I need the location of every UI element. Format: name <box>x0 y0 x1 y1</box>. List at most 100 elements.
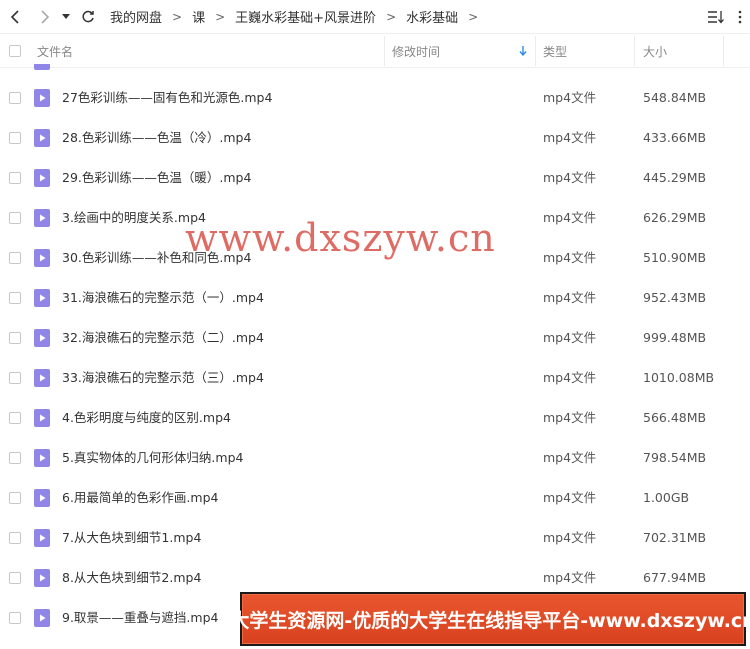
file-type: mp4文件 <box>543 130 597 145</box>
video-file-icon <box>34 569 50 587</box>
row-checkbox[interactable] <box>9 172 21 184</box>
file-name[interactable]: 29.色彩训练——色温（暖）.mp4 <box>62 158 251 198</box>
breadcrumb-current-folder[interactable]: 水彩基础 <box>404 7 460 26</box>
file-row[interactable]: 33.海浪礁石的完整示范（三）.mp4 mp4文件 1010.08MB <box>0 358 750 398</box>
file-row[interactable]: 32.海浪礁石的完整示范（二）.mp4 mp4文件 999.48MB <box>0 318 750 358</box>
file-name[interactable]: 5.真实物体的几何形体归纳.mp4 <box>62 438 243 478</box>
video-file-icon <box>34 449 50 467</box>
file-size: 999.48MB <box>643 330 707 345</box>
file-type: mp4文件 <box>543 410 597 425</box>
sort-desc-icon <box>519 46 527 56</box>
file-row[interactable]: 3.绘画中的明度关系.mp4 mp4文件 626.29MB <box>0 198 750 238</box>
file-size: 702.31MB <box>643 530 707 545</box>
breadcrumb-course[interactable]: 课 <box>190 7 207 26</box>
file-name[interactable]: 4.色彩明度与纯度的区别.mp4 <box>62 398 231 438</box>
file-size: 1010.08MB <box>643 370 715 385</box>
partial-file-icon <box>34 64 50 70</box>
row-checkbox[interactable] <box>9 252 21 264</box>
refresh-button[interactable] <box>76 5 100 29</box>
back-button[interactable] <box>4 5 28 29</box>
file-name[interactable]: 6.用最简单的色彩作画.mp4 <box>62 478 218 518</box>
file-size: 798.54MB <box>643 450 707 465</box>
file-row[interactable]: 6.用最简单的色彩作画.mp4 mp4文件 1.00GB <box>0 478 750 518</box>
file-size: 433.66MB <box>643 130 707 145</box>
video-file-icon <box>34 209 50 227</box>
column-divider <box>634 36 635 66</box>
file-type: mp4文件 <box>543 490 597 505</box>
file-name[interactable]: 9.取景——重叠与遮挡.mp4 <box>62 598 218 628</box>
view-mode-button[interactable] <box>704 6 728 28</box>
column-divider <box>535 36 536 66</box>
column-name-header[interactable]: 文件名 <box>37 34 73 68</box>
file-type: mp4文件 <box>543 370 597 385</box>
video-file-icon <box>34 249 50 267</box>
row-checkbox[interactable] <box>9 212 21 224</box>
file-type: mp4文件 <box>543 210 597 225</box>
video-file-icon <box>34 289 50 307</box>
row-checkbox[interactable] <box>9 572 21 584</box>
column-modified-label: 修改时间 <box>392 44 441 59</box>
breadcrumb-separator: > <box>215 9 226 24</box>
refresh-icon <box>82 10 94 22</box>
file-row[interactable]: 5.真实物体的几何形体归纳.mp4 mp4文件 798.54MB <box>0 438 750 478</box>
video-file-icon <box>34 409 50 427</box>
file-row[interactable]: 4.色彩明度与纯度的区别.mp4 mp4文件 566.48MB <box>0 398 750 438</box>
row-checkbox[interactable] <box>9 412 21 424</box>
watermark-banner: 大学生资源网-优质的大学生在线指导平台-www.dxszyw.cn <box>230 592 750 646</box>
row-checkbox[interactable] <box>9 372 21 384</box>
file-name[interactable]: 28.色彩训练——色温（冷）.mp4 <box>62 118 251 158</box>
row-checkbox[interactable] <box>9 92 21 104</box>
file-size: 952.43MB <box>643 290 707 305</box>
column-divider <box>723 36 724 66</box>
file-size: 510.90MB <box>643 250 707 265</box>
breadcrumb-separator: > <box>172 9 183 24</box>
breadcrumb-separator: > <box>468 9 479 24</box>
file-list-header: 文件名 修改时间 类型 大小 <box>0 34 750 68</box>
file-name[interactable]: 3.绘画中的明度关系.mp4 <box>62 198 206 238</box>
row-checkbox[interactable] <box>9 612 21 624</box>
file-row[interactable]: 29.色彩训练——色温（暖）.mp4 mp4文件 445.29MB <box>0 158 750 198</box>
caret-down-icon <box>62 13 70 19</box>
file-name[interactable]: 27色彩训练——固有色和光源色.mp4 <box>62 78 272 118</box>
row-checkbox[interactable] <box>9 452 21 464</box>
file-size: 626.29MB <box>643 210 707 225</box>
watermark-banner-text: 大学生资源网-优质的大学生在线指导平台-www.dxszyw.cn <box>230 609 750 632</box>
row-checkbox[interactable] <box>9 132 21 144</box>
more-options-button[interactable] <box>730 6 750 28</box>
list-view-icon <box>708 11 724 24</box>
video-file-icon <box>34 609 50 627</box>
more-icon <box>738 10 742 24</box>
breadcrumb: 我的网盘 > 课 > 王巍水彩基础+风景进阶 > 水彩基础 > <box>108 7 486 27</box>
file-type: mp4文件 <box>543 450 597 465</box>
column-type-header[interactable]: 类型 <box>543 34 567 68</box>
file-row[interactable]: 28.色彩训练——色温（冷）.mp4 mp4文件 433.66MB <box>0 118 750 158</box>
file-name[interactable]: 32.海浪礁石的完整示范（二）.mp4 <box>62 318 264 358</box>
file-name[interactable]: 31.海浪礁石的完整示范（一）.mp4 <box>62 278 264 318</box>
file-row[interactable]: 30.色彩训练——补色和同色.mp4 mp4文件 510.90MB <box>0 238 750 278</box>
history-dropdown-button[interactable] <box>58 5 74 29</box>
file-row[interactable]: 27色彩训练——固有色和光源色.mp4 mp4文件 548.84MB <box>0 78 750 118</box>
row-checkbox[interactable] <box>9 332 21 344</box>
file-name[interactable]: 8.从大色块到细节2.mp4 <box>62 558 201 598</box>
file-name[interactable]: 30.色彩训练——补色和同色.mp4 <box>62 238 251 278</box>
column-modified-header[interactable]: 修改时间 <box>392 34 532 68</box>
row-checkbox[interactable] <box>9 292 21 304</box>
file-type: mp4文件 <box>543 330 597 345</box>
file-name[interactable]: 7.从大色块到细节1.mp4 <box>62 518 201 558</box>
video-file-icon <box>34 89 50 107</box>
top-navigation-bar: 我的网盘 > 课 > 王巍水彩基础+风景进阶 > 水彩基础 > <box>0 0 750 34</box>
file-row[interactable]: 31.海浪礁石的完整示范（一）.mp4 mp4文件 952.43MB <box>0 278 750 318</box>
column-size-header[interactable]: 大小 <box>643 34 667 68</box>
select-all-checkbox[interactable] <box>9 45 21 57</box>
forward-button[interactable] <box>32 5 56 29</box>
file-name[interactable]: 33.海浪礁石的完整示范（三）.mp4 <box>62 358 264 398</box>
chevron-right-icon <box>41 9 50 24</box>
breadcrumb-my-drive[interactable]: 我的网盘 <box>108 7 164 26</box>
breadcrumb-watercolor-course[interactable]: 王巍水彩基础+风景进阶 <box>233 7 378 26</box>
file-size: 566.48MB <box>643 410 707 425</box>
select-all-checkbox-wrap <box>9 34 21 68</box>
file-row[interactable]: 7.从大色块到细节1.mp4 mp4文件 702.31MB <box>0 518 750 558</box>
row-checkbox[interactable] <box>9 492 21 504</box>
breadcrumb-separator: > <box>386 9 397 24</box>
row-checkbox[interactable] <box>9 532 21 544</box>
